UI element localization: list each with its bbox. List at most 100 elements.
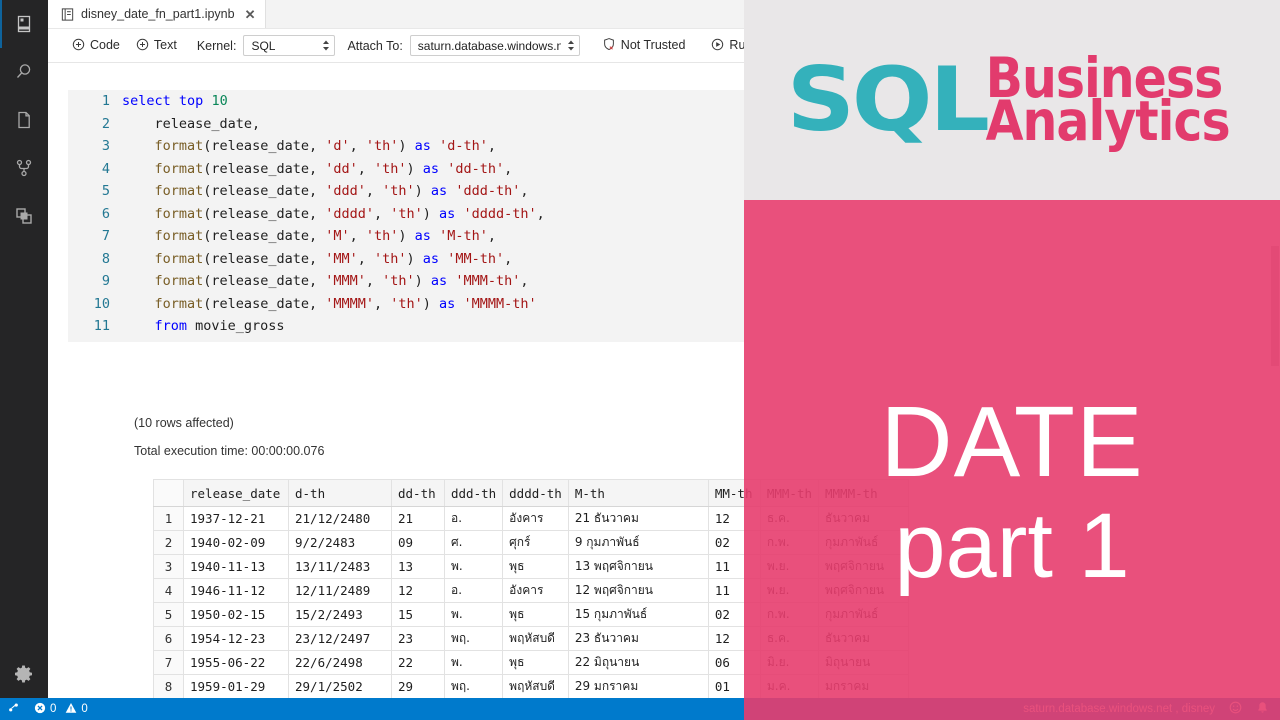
column-header[interactable]: MMMM-th	[818, 479, 909, 507]
activity-item-source-control[interactable]	[0, 144, 48, 192]
activity-item-settings[interactable]	[0, 650, 48, 698]
table-cell[interactable]: ธ.ค.	[759, 626, 820, 651]
table-cell[interactable]: 29 มกราคม	[567, 674, 709, 698]
table-cell[interactable]: 1954-12-23	[183, 626, 289, 651]
code-editor[interactable]: 1 select top 10 2 release_date, 3 format(re…	[68, 90, 744, 342]
table-cell[interactable]: อ.	[443, 506, 504, 531]
table-cell[interactable]: 1940-11-13	[183, 554, 289, 579]
column-header[interactable]: d-th	[288, 479, 392, 507]
table-cell[interactable]: 22 มิถุนายน	[567, 650, 709, 675]
table-cell[interactable]: 15	[391, 602, 445, 627]
table-cell[interactable]: พุธ	[502, 650, 569, 675]
close-icon[interactable]: ✕	[245, 8, 256, 21]
table-cell[interactable]: 23	[391, 626, 445, 651]
table-cell[interactable]: กุมภาพันธ์	[818, 530, 909, 555]
table-cell[interactable]: 1959-01-29	[183, 674, 289, 698]
table-row[interactable]: 1 1937-12-21 21/12/2480 21 อ. อังคาร 21 ธันวาค…	[153, 506, 909, 531]
table-cell[interactable]: อังคาร	[502, 506, 569, 531]
activity-item-notebooks[interactable]	[0, 0, 48, 48]
table-cell[interactable]: 11	[707, 554, 761, 579]
table-cell[interactable]: 12/11/2489	[288, 578, 392, 603]
kernel-select[interactable]: SQL	[243, 35, 336, 56]
column-header[interactable]	[153, 479, 184, 507]
table-cell[interactable]: ม.ค.	[759, 674, 820, 698]
table-cell[interactable]: พ.ย.	[759, 578, 820, 603]
table-cell[interactable]: 12	[391, 578, 445, 603]
table-cell[interactable]: 13	[391, 554, 445, 579]
trust-status-button[interactable]: Not Trusted	[594, 34, 694, 57]
table-row[interactable]: 2 1940-02-09 9/2/2483 09 ศ. ศุกร์ 9 กุมภาพันธ์…	[153, 530, 909, 555]
table-cell[interactable]: 1950-02-15	[183, 602, 289, 627]
activity-item-extensions[interactable]	[0, 192, 48, 240]
table-row[interactable]: 8 1959-01-29 29/1/2502 29 พฤ. พฤหัสบดี 29 มกรา…	[153, 674, 909, 698]
table-cell[interactable]: ธ.ค.	[759, 506, 820, 531]
table-cell[interactable]: 1955-06-22	[183, 650, 289, 675]
remote-connection-button[interactable]	[0, 698, 27, 720]
table-cell[interactable]: 11	[707, 578, 761, 603]
table-cell[interactable]: ก.พ.	[759, 530, 820, 555]
table-row[interactable]: 7 1955-06-22 22/6/2498 22 พ. พุธ 22 มิถุนายน 06…	[153, 650, 909, 675]
editor-tab-notebook[interactable]: disney_date_fn_part1.ipynb ✕	[48, 0, 266, 28]
table-cell[interactable]: 15 กุมภาพันธ์	[567, 602, 709, 627]
table-cell[interactable]: 02	[707, 602, 761, 627]
table-cell[interactable]: ธันวาคม	[818, 626, 909, 651]
table-cell[interactable]: มิ.ย.	[759, 650, 820, 675]
table-cell[interactable]: อ.	[443, 578, 504, 603]
table-cell[interactable]: 09	[391, 530, 445, 555]
table-cell[interactable]: 21	[391, 506, 445, 531]
table-row[interactable]: 6 1954-12-23 23/12/2497 23 พฤ. พฤหัสบดี 23 ธัน…	[153, 626, 909, 651]
table-cell[interactable]: พฤ.	[443, 626, 504, 651]
table-cell[interactable]: พ.	[443, 602, 504, 627]
table-cell[interactable]: 15/2/2493	[288, 602, 392, 627]
results-grid[interactable]: release_date d-th dd-th ddd-th dddd-th M-th MM…	[153, 479, 909, 698]
table-cell[interactable]: 12	[707, 506, 761, 531]
table-cell[interactable]: 01	[707, 674, 761, 698]
table-row[interactable]: 3 1940-11-13 13/11/2483 13 พ. พุธ 13 พฤศจิกายน…	[153, 554, 909, 579]
table-cell[interactable]: พ.	[443, 650, 504, 675]
table-cell[interactable]: 21 ธันวาคม	[567, 506, 709, 531]
add-code-cell-button[interactable]: Code	[64, 35, 128, 57]
table-cell[interactable]: พฤหัสบดี	[502, 674, 569, 698]
column-header[interactable]: ddd-th	[443, 479, 504, 507]
activity-item-search[interactable]	[0, 48, 48, 96]
database-connection-status[interactable]: saturn.database.windows.net , disney	[1016, 698, 1222, 720]
table-cell[interactable]: พฤหัสบดี	[502, 626, 569, 651]
table-cell[interactable]: มิถุนายน	[818, 650, 909, 675]
table-cell[interactable]: พุธ	[502, 554, 569, 579]
table-cell[interactable]: พฤ.	[443, 674, 504, 698]
add-text-cell-button[interactable]: Text	[128, 35, 185, 57]
table-cell[interactable]: ศุกร์	[502, 530, 569, 555]
table-cell[interactable]: 13 พฤศจิกายน	[567, 554, 709, 579]
notifications-button[interactable]	[1249, 698, 1276, 720]
column-header[interactable]: release_date	[183, 479, 289, 507]
table-cell[interactable]: 06	[707, 650, 761, 675]
run-all-button[interactable]: Run	[703, 35, 760, 57]
table-cell[interactable]: 12 พฤศจิกายน	[567, 578, 709, 603]
feedback-button[interactable]	[1222, 698, 1249, 720]
table-cell[interactable]: พฤศจิกายน	[818, 554, 909, 579]
table-cell[interactable]: 1937-12-21	[183, 506, 289, 531]
attach-to-select[interactable]: saturn.database.windows.net,	[409, 35, 580, 56]
editor-vertical-scrollbar[interactable]	[1270, 63, 1280, 698]
column-header[interactable]: MM-th	[707, 479, 761, 507]
column-header[interactable]: MMM-th	[759, 479, 820, 507]
table-cell[interactable]: 23 ธันวาคม	[567, 626, 709, 651]
table-cell[interactable]: 29/1/2502	[288, 674, 392, 698]
table-cell[interactable]: พ.	[443, 554, 504, 579]
table-cell[interactable]: ศ.	[443, 530, 504, 555]
table-cell[interactable]: 13/11/2483	[288, 554, 392, 579]
table-cell[interactable]: 1940-02-09	[183, 530, 289, 555]
column-header[interactable]: M-th	[567, 479, 709, 507]
table-cell[interactable]: 21/12/2480	[288, 506, 392, 531]
table-cell[interactable]: ธันวาคม	[818, 506, 909, 531]
table-cell[interactable]: กุมภาพันธ์	[818, 602, 909, 627]
table-cell[interactable]: 22/6/2498	[288, 650, 392, 675]
problems-button[interactable]: 0 0	[27, 698, 95, 720]
table-cell[interactable]: พฤศจิกายน	[818, 578, 909, 603]
table-cell[interactable]: พุธ	[502, 602, 569, 627]
activity-item-explorer[interactable]	[0, 96, 48, 144]
column-header[interactable]: dd-th	[391, 479, 445, 507]
table-row[interactable]: 4 1946-11-12 12/11/2489 12 อ. อังคาร 12 พฤศจิก…	[153, 578, 909, 603]
table-cell[interactable]: 9/2/2483	[288, 530, 392, 555]
table-cell[interactable]: อังคาร	[502, 578, 569, 603]
